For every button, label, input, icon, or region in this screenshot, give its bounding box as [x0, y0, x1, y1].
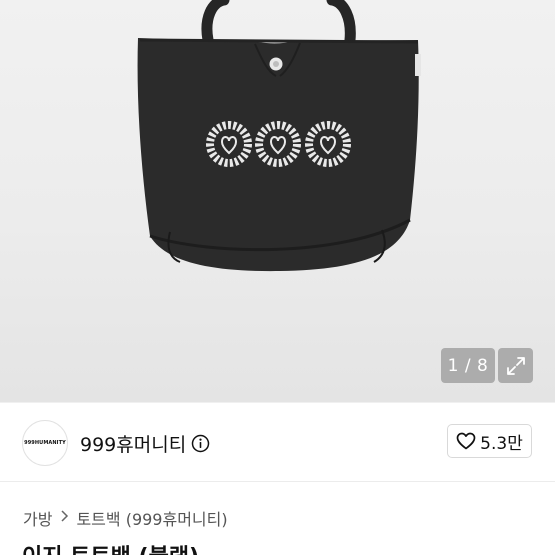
heart-icon: [456, 432, 476, 450]
breadcrumb-subcategory[interactable]: 토트백 (999휴머니티): [76, 506, 227, 530]
product-title: 이지 토트백 (블랙): [22, 539, 199, 555]
shop-name[interactable]: 999휴머니티: [80, 430, 186, 457]
expand-button[interactable]: [498, 348, 533, 383]
product-image: [137, 0, 421, 272]
shop-logo-text: 999HUMANITY: [24, 440, 66, 446]
shop-logo[interactable]: 999HUMANITY: [22, 420, 68, 466]
product-image-gallery[interactable]: 1 / 8: [0, 0, 555, 402]
chevron-right-icon: [60, 510, 69, 526]
info-icon[interactable]: [191, 434, 210, 453]
breadcrumb: 가방 토트백 (999휴머니티): [23, 506, 228, 530]
expand-icon: [506, 356, 525, 375]
like-count: 5.3만: [480, 433, 523, 454]
image-counter: 1 / 8: [441, 348, 495, 383]
breadcrumb-category[interactable]: 가방: [23, 506, 52, 530]
like-button[interactable]: 5.3만: [447, 424, 532, 458]
